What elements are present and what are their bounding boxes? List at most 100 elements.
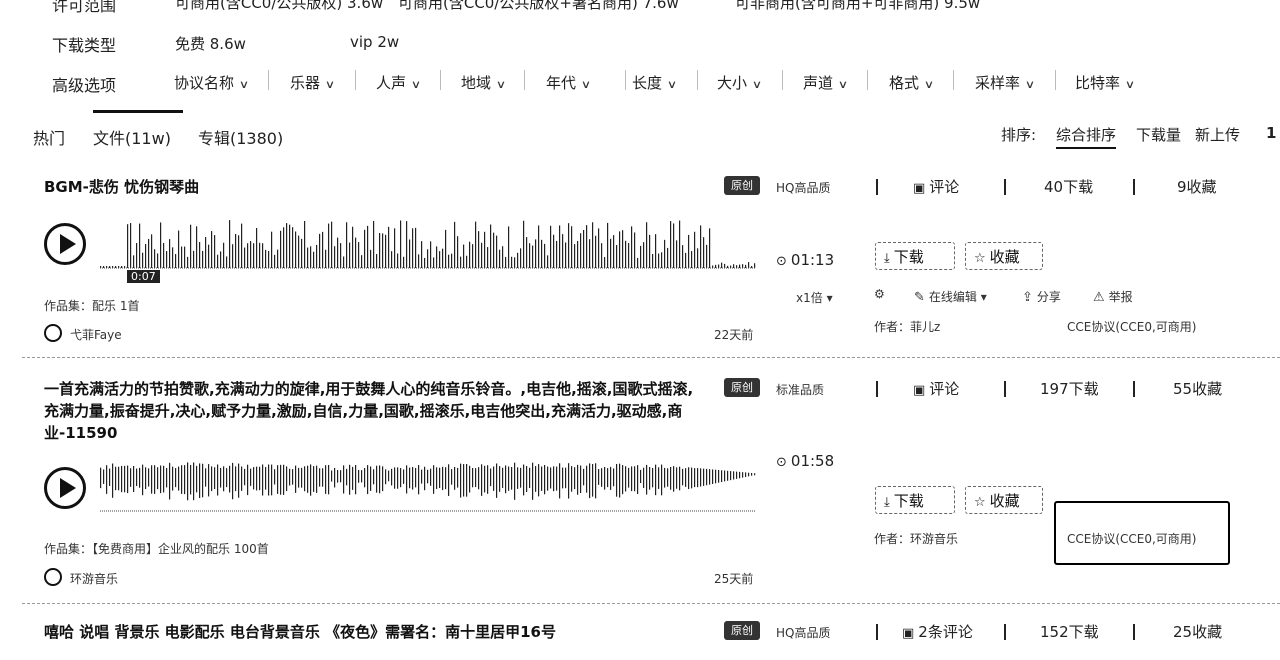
tab-files[interactable]: 文件(11w) [93, 125, 171, 149]
license-info[interactable]: CCE协议(CCE0,可商用) [1067, 318, 1197, 335]
adv-channels[interactable]: 声道 ∨ [803, 72, 849, 93]
comments-link[interactable]: ▣ 评论 [913, 176, 959, 197]
comment-icon: ▣ [913, 181, 926, 196]
waveform-bar [514, 257, 516, 268]
waveform-bar [295, 465, 297, 493]
waveform-bar [307, 465, 309, 493]
avatar[interactable] [44, 568, 62, 586]
chevron-down-icon: ∨ [837, 78, 849, 91]
avatar[interactable] [44, 324, 62, 342]
waveform-bar [166, 251, 168, 268]
adv-size[interactable]: 大小 ∨ [717, 72, 762, 93]
waveform-bar [163, 242, 165, 268]
waveform-bar [112, 463, 114, 498]
edit-icon: ✎ [914, 290, 925, 305]
sort-overall[interactable]: 综合排序 [1056, 124, 1117, 149]
sort-downloads[interactable]: 下载量 [1136, 124, 1181, 145]
waveform-bar [394, 467, 396, 489]
waveform-bar [418, 465, 420, 495]
playback-speed[interactable]: x1倍 ▾ [796, 289, 833, 306]
waveform-bar [259, 242, 261, 268]
comments-link[interactable]: ▣ 2条评论 [902, 621, 973, 642]
waveform[interactable] [100, 208, 760, 270]
waveform-bar [310, 464, 312, 496]
waveform-bar [220, 467, 222, 488]
waveform-bar [124, 465, 126, 493]
waveform-bar [259, 466, 261, 491]
waveform-bar [445, 229, 447, 268]
waveform-bar [601, 468, 603, 487]
quality-label: 标准品质 [776, 383, 825, 397]
chevron-down-icon: ∨ [1024, 78, 1036, 91]
adv-format[interactable]: 格式 ∨ [889, 72, 934, 93]
waveform-bar [406, 465, 408, 494]
waveform-bar [517, 467, 519, 489]
collection-label[interactable]: 作品集：配乐 1首 [44, 297, 139, 314]
download-button[interactable]: ⤓ 下载 [875, 242, 955, 270]
waveform-bar [625, 240, 627, 268]
license-option-noncommercial[interactable]: 可非商用(含可商用+可非商用) 9.5w [735, 0, 980, 13]
tab-albums[interactable]: 专辑(1380) [198, 125, 283, 149]
page-number[interactable]: 1 [1266, 124, 1276, 142]
waveform-bar [364, 467, 366, 488]
adv-protocol[interactable]: 协议名称 ∨ [174, 72, 249, 93]
download-type-free[interactable]: 免费 8.6w [175, 33, 246, 54]
track-title[interactable]: 嘻哈 说唱 背景乐 电影配乐 电台背景音乐 《夜色》需署名：南十里居甲16号 [44, 621, 556, 643]
comments-link[interactable]: ▣ 评论 [913, 378, 959, 399]
waveform-bar [409, 239, 411, 268]
settings-icon[interactable]: ⚙ [874, 287, 885, 301]
track-title[interactable]: 一首充满活力的节拍赞歌,充满动力的旋律,用于鼓舞人心的纯音乐铃音。,电吉他,摇滚… [44, 378, 708, 444]
waveform-bar [385, 469, 387, 485]
creator-name[interactable]: 作者：菲儿z [874, 318, 940, 335]
author-name[interactable]: 环游音乐 [70, 570, 118, 587]
waveform-bar [349, 464, 351, 495]
license-info[interactable]: CCE协议(CCE0,可商用) [1067, 530, 1197, 547]
waveform-bar [574, 244, 576, 268]
adv-length[interactable]: 长度 ∨ [632, 72, 677, 93]
track-title[interactable]: BGM-悲伤 忧伤钢琴曲 [44, 176, 199, 198]
waveform-bar [280, 464, 282, 495]
play-button[interactable] [44, 223, 86, 265]
download-icon: ⤓ [884, 495, 890, 510]
author-name[interactable]: 弋菲Faye [70, 326, 122, 343]
waveform-bar [643, 467, 645, 488]
adv-sample-rate[interactable]: 采样率 ∨ [975, 72, 1036, 93]
waveform-bar [667, 247, 669, 268]
upload-age: 25天前 [714, 572, 754, 586]
waveform-bar [295, 231, 297, 268]
waveform-bar [133, 465, 135, 493]
sort-newest[interactable]: 新上传 [1195, 124, 1240, 145]
waveform-bar [370, 466, 372, 491]
favorite-button[interactable]: ☆ 收藏 [965, 486, 1043, 514]
report-link[interactable]: ⚠ 举报 [1093, 288, 1133, 305]
chevron-down-icon: ∨ [495, 78, 507, 91]
adv-vocals[interactable]: 人声 ∨ [376, 72, 421, 93]
waveform-bar [508, 226, 510, 268]
adv-bitrate[interactable]: 比特率 ∨ [1075, 72, 1135, 93]
waveform-bar [151, 465, 153, 494]
download-type-vip[interactable]: vip 2w [350, 33, 399, 51]
waveform-bar [652, 467, 654, 488]
adv-era[interactable]: 年代 ∨ [546, 72, 591, 93]
license-option-commercial[interactable]: 可商用(含CC0/公共版权) 3.6w [175, 0, 383, 13]
waveform-bar [352, 466, 354, 490]
adv-region[interactable]: 地域 ∨ [461, 72, 507, 93]
favorite-button[interactable]: ☆ 收藏 [965, 242, 1043, 270]
waveform-bar [631, 466, 633, 492]
play-button[interactable] [44, 467, 86, 509]
waveform-bar [628, 467, 630, 488]
share-link[interactable]: ⇪ 分享 [1022, 288, 1061, 305]
waveform-bar [592, 464, 594, 497]
download-button[interactable]: ⤓ 下载 [875, 486, 955, 514]
waveform-bar [658, 253, 660, 268]
adv-instrument[interactable]: 乐器 ∨ [290, 72, 335, 93]
waveform-bar [589, 463, 591, 499]
tab-hot[interactable]: 热门 [33, 125, 65, 149]
online-edit[interactable]: ✎ 在线编辑 ▾ [914, 288, 987, 305]
collection-label[interactable]: 作品集：【免费商用】企业风的配乐 100首 [44, 540, 269, 557]
license-option-attribution[interactable]: 可商用(含CC0/公共版权+署名商用) 7.6w [398, 0, 679, 13]
waveform[interactable] [100, 455, 760, 515]
creator-name[interactable]: 作者：环游音乐 [874, 530, 958, 547]
waveform-bar [103, 469, 105, 484]
comment-icon: ▣ [902, 626, 915, 641]
